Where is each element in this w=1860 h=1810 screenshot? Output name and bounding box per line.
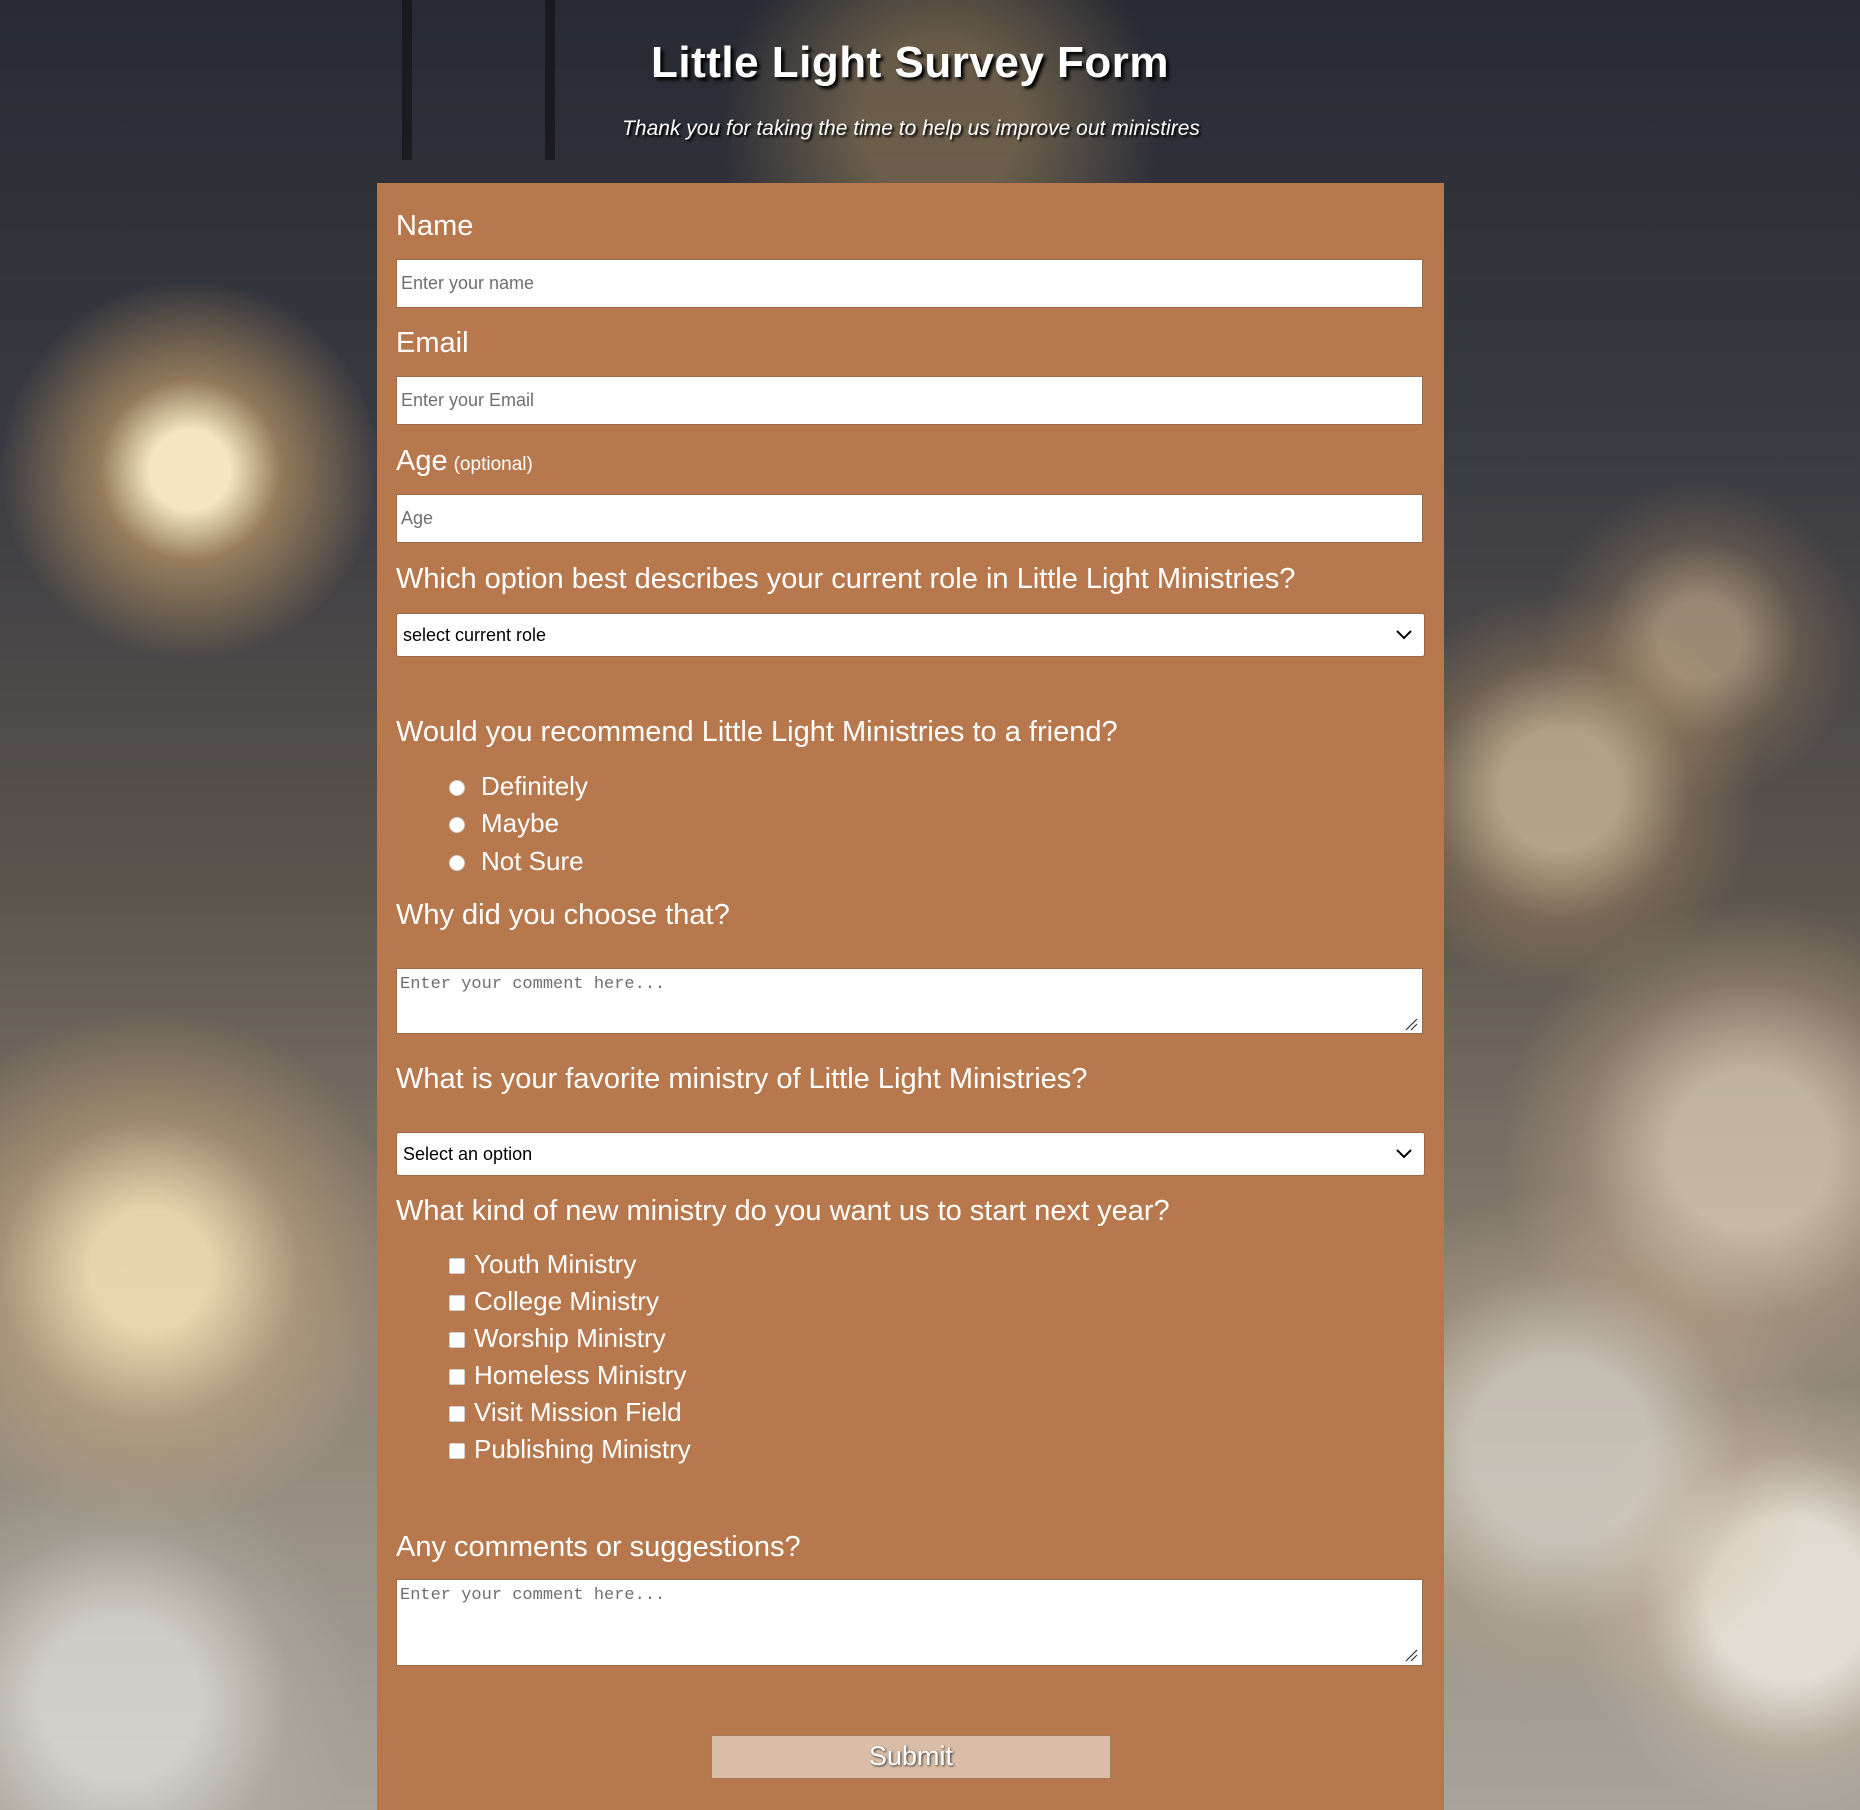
recommend-label: Would you recommend Little Light Ministr… — [396, 716, 1118, 748]
survey-form: Name Email Age(optional) Which option be… — [377, 183, 1444, 1810]
role-select[interactable]: select current role — [396, 613, 1425, 657]
checkbox-label: Homeless Ministry — [474, 1360, 687, 1390]
resize-grip-icon[interactable] — [1404, 1017, 1418, 1031]
radio-label: Maybe — [481, 808, 560, 838]
age-label-text: Age — [396, 445, 448, 477]
radio-label: Not Sure — [481, 846, 584, 876]
checkbox-label: Worship Ministry — [474, 1323, 666, 1353]
age-input[interactable] — [396, 494, 1423, 543]
why-label: Why did you choose that? — [396, 899, 730, 931]
radio-button[interactable] — [449, 780, 465, 796]
chevron-down-icon — [1396, 630, 1412, 640]
checkbox[interactable] — [449, 1295, 465, 1311]
checkbox[interactable] — [449, 1258, 465, 1274]
resize-grip-icon[interactable] — [1404, 1648, 1418, 1662]
name-label: Name — [396, 210, 474, 242]
why-textarea[interactable] — [396, 968, 1423, 1034]
submit-button[interactable]: Submit — [711, 1735, 1111, 1779]
email-input[interactable] — [396, 376, 1423, 425]
radio-button[interactable] — [449, 855, 465, 871]
checkbox[interactable] — [449, 1332, 465, 1348]
comments-label: Any comments or suggestions? — [396, 1531, 801, 1563]
chevron-down-icon — [1396, 1149, 1412, 1159]
name-input[interactable] — [396, 259, 1423, 308]
new-ministry-label: What kind of new ministry do you want us… — [396, 1195, 1170, 1227]
page-subtitle: Thank you for taking the time to help us… — [622, 117, 1200, 140]
checkbox-label: Visit Mission Field — [474, 1397, 682, 1427]
age-label: Age (optional) — [396, 445, 533, 478]
checkbox[interactable] — [449, 1406, 465, 1422]
favorite-select[interactable]: Select an option — [396, 1132, 1425, 1176]
radio-label: Definitely — [481, 771, 588, 801]
checkbox-label: Youth Ministry — [474, 1249, 637, 1279]
radio-button[interactable] — [449, 817, 465, 833]
role-select-value: select current role — [403, 625, 547, 645]
favorite-label: What is your favorite ministry of Little… — [396, 1063, 1088, 1095]
checkbox[interactable] — [449, 1443, 465, 1459]
page: Little Light Survey Form Thank you for t… — [0, 0, 1860, 1810]
page-title: Little Light Survey Form — [650, 38, 1170, 87]
email-label: Email — [396, 327, 469, 359]
checkbox[interactable] — [449, 1369, 465, 1385]
age-optional-note: (optional) — [453, 454, 533, 475]
comments-textarea[interactable] — [396, 1579, 1423, 1666]
checkbox-label: Publishing Ministry — [474, 1434, 691, 1464]
favorite-select-value: Select an option — [403, 1144, 533, 1164]
checkbox-label: College Ministry — [474, 1286, 659, 1316]
role-label: Which option best describes your current… — [396, 563, 1296, 595]
